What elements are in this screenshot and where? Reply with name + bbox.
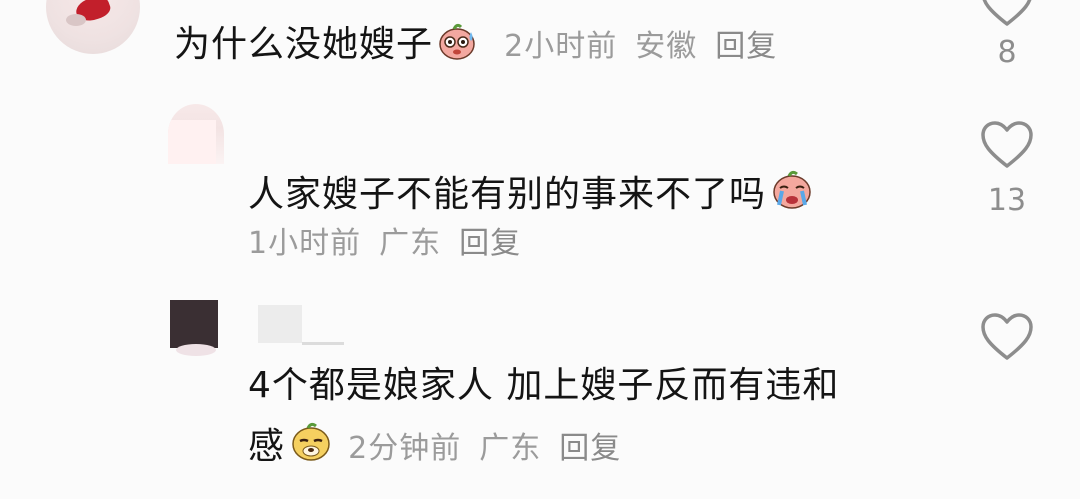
comment-text[interactable]: 人家嫂子不能有别的事来不了吗: [248, 174, 766, 215]
comment-meta: 1小时前 广东 回复: [248, 226, 521, 262]
reply-button[interactable]: 回复: [459, 226, 521, 261]
comment-time: 2小时前: [504, 29, 618, 64]
username[interactable]: [258, 305, 302, 343]
heart-icon: [982, 0, 1032, 26]
avatar-image: [168, 120, 216, 164]
crying-face-icon: [770, 168, 811, 209]
avatar-image-mark: [66, 14, 86, 26]
reply-button[interactable]: 回复: [715, 29, 777, 64]
comment-text-line1[interactable]: 4个都是娘家人 加上嫂子反而有违和: [248, 365, 839, 406]
comment-location: 广东: [379, 226, 442, 261]
like-count: 8: [997, 35, 1017, 70]
sweating-face-icon: [437, 22, 477, 62]
heart-icon: [981, 121, 1033, 168]
avatar[interactable]: [46, 0, 140, 54]
comment-row-1: 为什么没她嫂子 2小时前 安徽 回复: [174, 22, 777, 67]
username-underline: [302, 342, 344, 345]
avatar[interactable]: [168, 104, 224, 164]
comment-row-3-line2: 感 2分钟前 广东 回复: [248, 420, 621, 469]
avatar[interactable]: [170, 300, 218, 348]
avatar-decoration: [176, 344, 216, 356]
comment-location: 安徽: [635, 29, 698, 64]
like-button[interactable]: 8: [972, 0, 1042, 70]
like-button[interactable]: [972, 312, 1042, 362]
comment-text-line2[interactable]: 感: [248, 426, 285, 467]
comment-time: 2分钟前: [348, 431, 462, 466]
comment-thread: 为什么没她嫂子 2小时前 安徽 回复 8 人家嫂子不能有别的事来不了吗 1小时前…: [0, 0, 1080, 499]
comment-location: 广东: [479, 431, 542, 466]
like-count: 13: [987, 183, 1027, 218]
heart-icon: [981, 313, 1033, 360]
comment-row-2: 人家嫂子不能有别的事来不了吗: [248, 168, 811, 217]
like-button[interactable]: 13: [972, 120, 1042, 218]
comment-meta: 2小时前 安徽 回复: [504, 29, 777, 64]
reply-button[interactable]: 回复: [559, 431, 621, 466]
smirking-face-icon: [289, 420, 330, 461]
comment-row-3: 4个都是娘家人 加上嫂子反而有违和: [248, 364, 839, 408]
comment-text[interactable]: 为什么没她嫂子: [174, 24, 433, 65]
comment-meta: 2分钟前 广东 回复: [348, 431, 621, 466]
comment-time: 1小时前: [248, 226, 362, 261]
